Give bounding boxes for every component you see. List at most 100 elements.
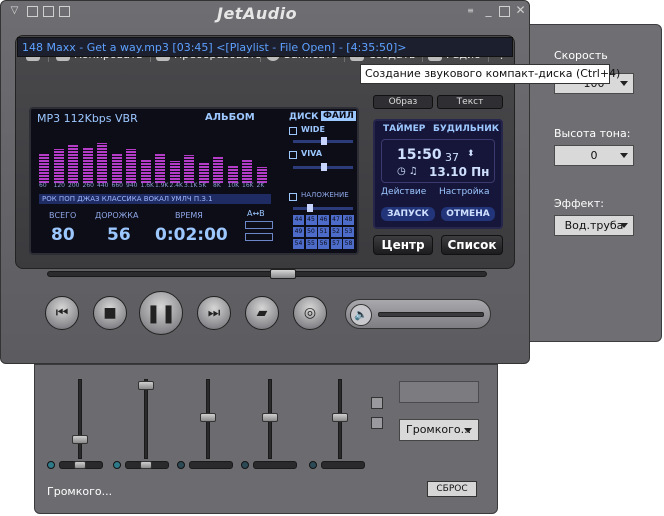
repeat-icon[interactable] [245, 221, 273, 229]
album-mode[interactable]: АЛЬБОМ [205, 112, 255, 123]
open-folder-button[interactable]: ▰ [245, 296, 279, 330]
preset-cell[interactable]: 47 [330, 215, 342, 225]
ab-repeat[interactable]: A↔B [247, 209, 265, 218]
wide-checkbox[interactable] [289, 127, 297, 135]
window-mode-icon[interactable] [27, 6, 38, 17]
preset-cell[interactable]: 50 [305, 227, 317, 237]
eq-toggle-2[interactable] [371, 417, 383, 429]
effect-select[interactable]: Вод.труба [554, 215, 634, 236]
preset-cell[interactable]: 57 [330, 239, 342, 249]
eq-led-2[interactable] [113, 461, 121, 469]
overlay-slider[interactable] [293, 204, 353, 212]
eq-balance-4[interactable] [253, 461, 297, 469]
maximize-icon[interactable] [499, 6, 510, 17]
file-mode[interactable]: ФАЙЛ [321, 111, 356, 121]
preset-grid[interactable]: 44 45 46 47 48 49 50 51 52 53 54 55 56 57 58 [293, 215, 355, 251]
shuffle-icon[interactable] [245, 233, 273, 241]
timer-seconds: 37 [445, 151, 459, 164]
eq-balance-2[interactable] [125, 461, 169, 469]
previous-button[interactable]: ⏮ [45, 296, 79, 330]
next-button[interactable]: ⏭ [197, 296, 231, 330]
eq-balance-1[interactable] [59, 461, 103, 469]
preset-cell[interactable]: 54 [293, 239, 304, 249]
eject-button[interactable]: ◎ [293, 296, 327, 330]
reset-button[interactable]: СБРОС [427, 481, 477, 497]
total-label: ВСЕГО [49, 211, 77, 220]
eq-balance-5[interactable] [321, 461, 365, 469]
eq-slider-3[interactable] [193, 379, 223, 459]
format-info: MP3 112Kbps VBR [37, 112, 138, 125]
preset-cell[interactable]: 48 [343, 215, 354, 225]
spectrum-bar [126, 149, 136, 183]
skin-icon[interactable] [59, 6, 70, 17]
timer-icons: ◷ ♫ [397, 166, 418, 177]
mini-mode-icon[interactable] [43, 6, 54, 17]
alarm-tab[interactable]: БУДИЛЬНИК [433, 124, 499, 134]
preset-cell[interactable]: 45 [305, 215, 317, 225]
preset-cell[interactable]: 46 [318, 215, 329, 225]
timer-action[interactable]: Действие [381, 187, 426, 197]
jetaudio-logo: JetAudio [217, 4, 298, 23]
frequency-labels: 60 120 200 260 440 660 940 1.6K 1.9K 2.4K 3.1K 5K 8K… [39, 182, 271, 190]
viva-checkbox[interactable] [289, 151, 297, 159]
loudness-label: Громкого... [47, 485, 113, 498]
close-icon[interactable]: ✕ [515, 4, 526, 17]
overlay-checkbox[interactable] [289, 193, 297, 201]
preset-cell[interactable]: 51 [318, 227, 329, 237]
eq-slider-5[interactable] [325, 379, 355, 459]
pitch-select[interactable]: 0 [554, 145, 634, 166]
stop-icon: ■ [103, 305, 117, 321]
wide-label: WIDE [301, 125, 325, 134]
stop-button[interactable]: ■ [93, 296, 127, 330]
eq-balance-3[interactable] [189, 461, 233, 469]
overlay-label: НАЛОЖЕНИЕ [301, 191, 349, 199]
spectrum-bar [227, 165, 238, 183]
menu-icon[interactable]: ≡ [465, 6, 476, 17]
seek-thumb[interactable] [270, 269, 296, 279]
eq-slider-1[interactable] [65, 379, 95, 459]
wide-slider[interactable] [293, 137, 353, 145]
pause-button[interactable]: ❚❚ [139, 291, 183, 335]
eq-slider-2[interactable] [131, 379, 161, 459]
center-button[interactable]: Центр [373, 235, 433, 255]
seek-bar[interactable] [47, 269, 487, 279]
volume-slider[interactable] [378, 312, 484, 317]
frequency-label: 5K [198, 182, 207, 189]
timer-settings[interactable]: Настройка [439, 187, 490, 197]
eq-led-4[interactable] [241, 461, 249, 469]
loudness-select[interactable]: Громкого... [399, 419, 479, 441]
preset-cell[interactable]: 44 [293, 215, 304, 225]
effect-label: Эффект: [554, 197, 605, 210]
eq-slider-4[interactable] [255, 379, 285, 459]
play-time: 0:02:00 [155, 225, 228, 245]
collapse-icon[interactable]: ▽ [9, 6, 20, 17]
eq-led-1[interactable] [47, 461, 55, 469]
preset-cell[interactable]: 58 [343, 239, 354, 249]
title-bar: ▽ JetAudio ≡ _ ✕ [1, 1, 531, 23]
genre-presets[interactable]: РОК ПОП ДЖАЗ КЛАССИКА ВОКАЛ УМЛЧ П.З.1 [39, 194, 271, 204]
playlist-button[interactable]: Список [441, 235, 503, 255]
preset-cell[interactable]: 53 [343, 227, 354, 237]
tab-image[interactable]: Образ [373, 95, 433, 109]
timer-spin-icon[interactable]: ⬍ [467, 149, 475, 159]
timer-cancel-button[interactable]: ОТМЕНА [441, 207, 495, 221]
preset-cell[interactable]: 52 [330, 227, 342, 237]
eq-led-3[interactable] [177, 461, 185, 469]
minimize-icon[interactable]: _ [483, 4, 494, 17]
mute-icon[interactable]: 🔈 [350, 304, 372, 326]
eq-toggle-1[interactable] [371, 397, 383, 409]
frequency-label: 10K [227, 182, 240, 189]
timer-start-button[interactable]: ЗАПУСК [381, 207, 435, 221]
tab-text[interactable]: Текст [437, 95, 503, 109]
speed-label: Скорость [554, 49, 608, 62]
frequency-label: 120 [53, 182, 65, 189]
viva-slider[interactable] [293, 163, 353, 171]
tooltip: Создание звукового компакт-диска (Ctrl+4… [360, 64, 620, 84]
eq-led-5[interactable] [309, 461, 317, 469]
timer-tab[interactable]: ТАЙМЕР [383, 124, 425, 134]
preset-cell[interactable]: 55 [305, 239, 317, 249]
preset-cell[interactable]: 49 [293, 227, 304, 237]
timer-panel: ТАЙМЕР БУДИЛЬНИК 15:50 37 ⬍ ◷ ♫ 13.10 Пн… [373, 119, 503, 229]
preset-cell[interactable]: 56 [318, 239, 329, 249]
disk-mode[interactable]: ДИСК [289, 112, 319, 122]
